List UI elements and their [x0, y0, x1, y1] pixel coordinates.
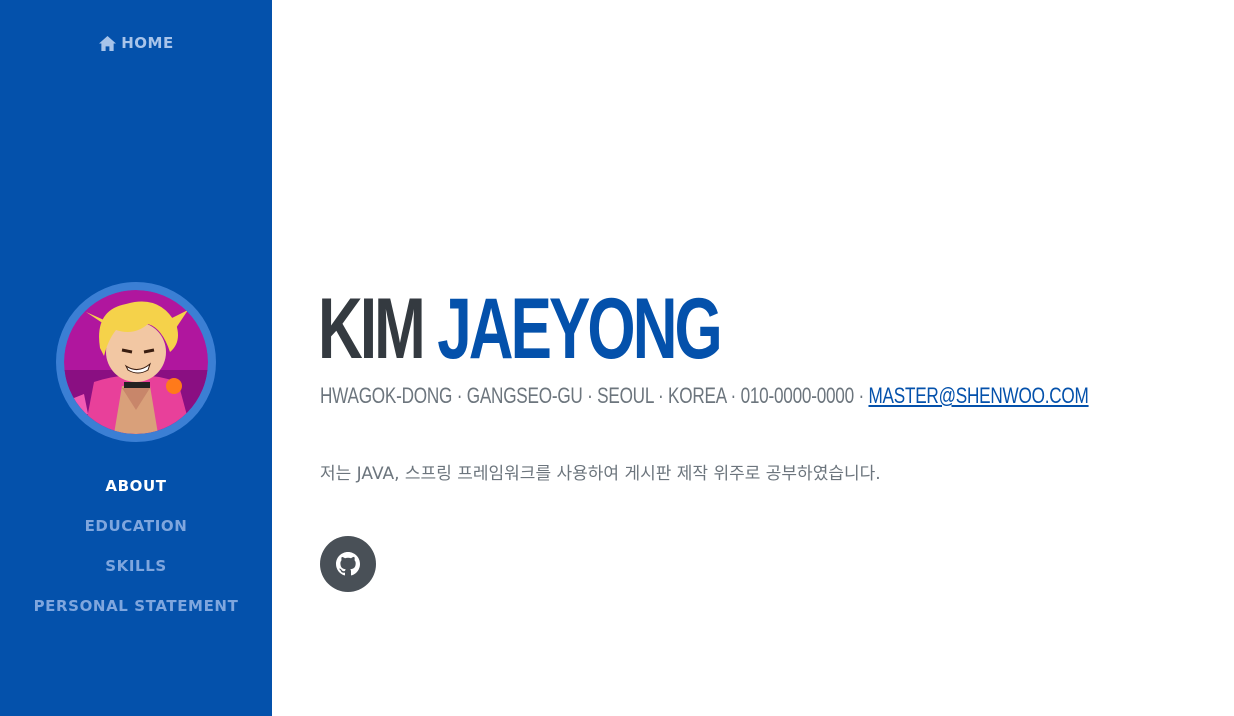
address-text: HWAGOK-DONG · GANGSEO-GU · SEOUL · KOREA… — [320, 383, 869, 408]
nav-item-personal-statement[interactable]: PERSONAL STATEMENT — [0, 586, 272, 626]
intro-text: 저는 JAVA, 스프링 프레임워크를 사용하여 게시판 제작 위주로 공부하였… — [320, 464, 881, 484]
github-button[interactable] — [320, 536, 376, 592]
main-content: KIM JAEYONG HWAGOK-DONG · GANGSEO-GU · S… — [272, 0, 1234, 716]
email-link[interactable]: MASTER@SHENWOO.COM — [868, 383, 1088, 408]
nav-item-skills[interactable]: SKILLS — [0, 546, 272, 586]
nav-item-education[interactable]: EDUCATION — [0, 506, 272, 546]
home-label: HOME — [121, 34, 174, 52]
avatar-frame — [56, 282, 216, 442]
home-icon — [99, 35, 117, 51]
avatar — [64, 290, 208, 434]
last-name: JAEYONG — [437, 281, 723, 377]
sidebar: HOME ABOUT EDUCATION SKILLS PERSONAL STA… — [0, 0, 272, 716]
sidebar-nav: ABOUT EDUCATION SKILLS PERSONAL STATEMEN… — [0, 466, 272, 626]
nav-item-about[interactable]: ABOUT — [0, 466, 272, 506]
home-link[interactable]: HOME — [0, 34, 272, 52]
first-name: KIM — [318, 281, 426, 377]
contact-info: HWAGOK-DONG · GANGSEO-GU · SEOUL · KOREA… — [320, 382, 1089, 410]
github-icon — [336, 552, 360, 576]
page-title: KIM JAEYONG — [318, 281, 723, 377]
